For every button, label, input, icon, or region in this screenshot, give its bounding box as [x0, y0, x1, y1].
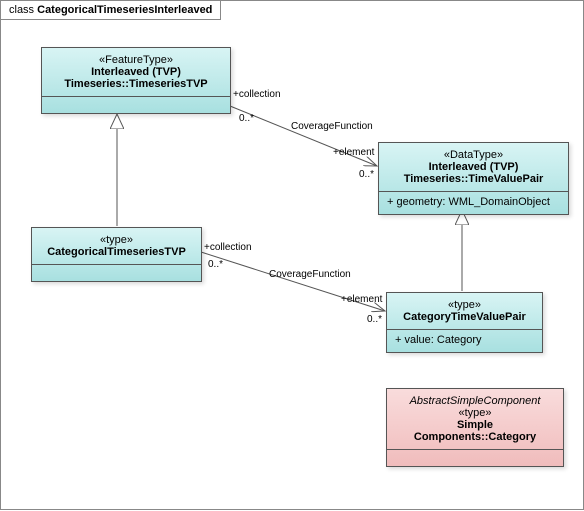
- role-collection-2: +collection: [204, 242, 252, 253]
- class-header: «DataType» Interleaved (TVP) Timeseries:…: [379, 143, 568, 191]
- class-header: «type» CategoryTimeValuePair: [387, 293, 542, 329]
- class-category-time-value-pair[interactable]: «type» CategoryTimeValuePair + value: Ca…: [386, 292, 543, 353]
- class-simple-components-category[interactable]: AbstractSimpleComponent «type» Simple Co…: [386, 388, 564, 467]
- class-header: «FeatureType» Interleaved (TVP) Timeseri…: [42, 48, 230, 96]
- class-compartment: [32, 264, 201, 281]
- role-element-1: +element: [333, 147, 374, 158]
- title-keyword: class: [9, 4, 37, 16]
- role-collection-1: +collection: [233, 89, 281, 100]
- class-header: AbstractSimpleComponent «type» Simple Co…: [387, 389, 563, 449]
- assoc-name-2: CoverageFunction: [269, 269, 351, 280]
- stereotype-label: «DataType»: [387, 149, 560, 161]
- top-label: AbstractSimpleComponent: [395, 395, 555, 407]
- mult-collection-1: 0..*: [239, 113, 254, 124]
- mult-collection-2: 0..*: [208, 259, 223, 270]
- attribute-row: + geometry: WML_DomainObject: [379, 191, 568, 214]
- class-timeseries-tvp[interactable]: «FeatureType» Interleaved (TVP) Timeseri…: [41, 47, 231, 114]
- assoc-name-1: CoverageFunction: [291, 121, 373, 132]
- attribute-row: + value: Category: [387, 329, 542, 352]
- class-name-label: Interleaved (TVP) Timeseries::TimeValueP…: [387, 161, 560, 185]
- stereotype-label: «FeatureType»: [50, 54, 222, 66]
- stereotype-label: «type»: [395, 407, 555, 419]
- mult-element-2: 0..*: [367, 314, 382, 325]
- diagram-canvas: class CategoricalTimeseriesInterleaved «…: [0, 0, 584, 510]
- role-element-2: +element: [341, 294, 382, 305]
- class-compartment: [387, 449, 563, 466]
- class-header: «type» CategoricalTimeseriesTVP: [32, 228, 201, 264]
- mult-element-1: 0..*: [359, 169, 374, 180]
- class-name-label: CategoricalTimeseriesTVP: [40, 246, 193, 258]
- stereotype-label: «type»: [40, 234, 193, 246]
- class-name-label: Interleaved (TVP) Timeseries::Timeseries…: [50, 66, 222, 90]
- class-time-value-pair[interactable]: «DataType» Interleaved (TVP) Timeseries:…: [378, 142, 569, 215]
- stereotype-label: «type»: [395, 299, 534, 311]
- diagram-title-tab: class CategoricalTimeseriesInterleaved: [1, 1, 221, 20]
- class-compartment: [42, 96, 230, 113]
- class-categorical-timeseries-tvp[interactable]: «type» CategoricalTimeseriesTVP: [31, 227, 202, 282]
- class-name-label: Simple Components::Category: [395, 419, 555, 443]
- class-name-label: CategoryTimeValuePair: [395, 311, 534, 323]
- diagram-title: CategoricalTimeseriesInterleaved: [37, 4, 212, 16]
